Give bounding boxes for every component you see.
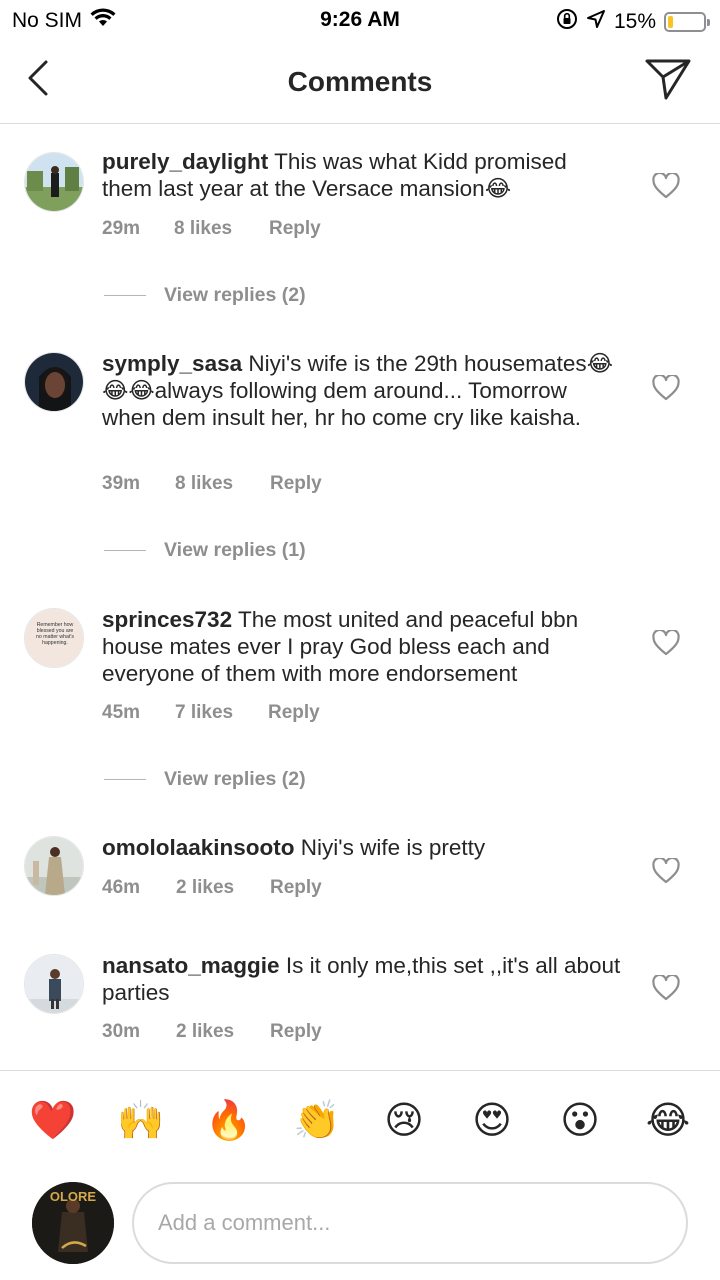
reaction-fire[interactable]: 🔥 [205, 1098, 252, 1144]
share-button[interactable] [644, 56, 692, 102]
reply-button[interactable]: Reply [268, 702, 320, 724]
comment-username[interactable]: purely_daylight [102, 149, 268, 174]
avatar-logo-text: OLORE [50, 1189, 97, 1204]
comment-text: omololaakinsooto Niyi's wife is pretty [102, 834, 622, 861]
view-replies-label: View replies (2) [164, 768, 306, 790]
comment-text: purely_daylight This was what Kidd promi… [102, 148, 622, 202]
status-right: 15% [556, 8, 710, 36]
battery-icon [664, 12, 710, 32]
view-replies-label: View replies (2) [164, 284, 306, 306]
comment-meta: 30m 2 likes Reply [102, 1021, 322, 1043]
view-replies-label: View replies (1) [164, 539, 306, 561]
comment-likes[interactable]: 8 likes [175, 473, 270, 495]
comment-likes[interactable]: 8 likes [174, 218, 269, 240]
comments-screen: No SIM 9:26 AM 15% Comments purely_dayli… [0, 0, 720, 1280]
like-heart-icon[interactable] [652, 171, 680, 199]
avatar[interactable]: Remember how blessed you are no matter w… [24, 608, 84, 668]
location-arrow-icon [586, 9, 606, 35]
view-replies-button[interactable]: View replies (2) [104, 284, 306, 307]
view-replies-button[interactable]: View replies (2) [104, 768, 306, 791]
reaction-crying[interactable]: 😢 [381, 1098, 427, 1144]
comment-time: 45m [102, 702, 141, 723]
header: Comments [0, 40, 720, 124]
comment-meta: 39m 8 likes Reply [102, 473, 322, 495]
orientation-lock-icon [556, 8, 578, 36]
comment-meta: 46m 2 likes Reply [102, 877, 322, 899]
comment-time: 46m [102, 877, 141, 898]
avatar[interactable] [24, 352, 84, 412]
quick-reactions-bar: ❤️ 🙌 🔥 👏 😢 😍 😮 😂 [0, 1098, 720, 1148]
like-heart-icon[interactable] [652, 856, 680, 884]
comment-username[interactable]: omololaakinsooto [102, 835, 295, 860]
comment-text: symply_sasa Niyi's wife is the 29th hous… [102, 350, 622, 431]
comment-meta: 29m 8 likes Reply [102, 218, 321, 240]
view-replies-button[interactable]: View replies (1) [104, 539, 306, 562]
svg-text:happening.: happening. [42, 640, 68, 646]
comment-time: 39m [102, 473, 141, 494]
comment-text: sprinces732 The most united and peaceful… [102, 606, 622, 687]
paper-plane-icon [645, 59, 691, 100]
reply-button[interactable]: Reply [270, 877, 322, 899]
page-title: Comments [287, 66, 433, 97]
battery-fill [668, 16, 673, 28]
like-heart-icon[interactable] [652, 373, 680, 401]
add-comment-input[interactable] [132, 1182, 688, 1264]
reaction-heart[interactable]: ❤️ [29, 1098, 76, 1144]
like-heart-icon[interactable] [652, 628, 680, 656]
reaction-laughing[interactable]: 😂 [645, 1098, 691, 1144]
reaction-surprised[interactable]: 😮 [557, 1098, 603, 1144]
reply-button[interactable]: Reply [270, 1021, 322, 1043]
reaction-raised-hands[interactable]: 🙌 [117, 1098, 164, 1144]
reaction-clap[interactable]: 👏 [293, 1098, 340, 1144]
avatar[interactable] [24, 954, 84, 1014]
comment-message: Niyi's wife is pretty [300, 835, 486, 860]
my-avatar: OLORE [32, 1182, 114, 1264]
like-heart-icon[interactable] [652, 973, 680, 1001]
reply-button[interactable]: Reply [270, 473, 322, 495]
divider-line [104, 295, 146, 296]
battery-percent: 15% [613, 10, 656, 33]
comment-time: 29m [102, 218, 141, 239]
comment-username[interactable]: nansato_maggie [102, 953, 280, 978]
comment-time: 30m [102, 1021, 141, 1042]
reactions-divider [0, 1070, 720, 1071]
comment-likes[interactable]: 2 likes [176, 877, 270, 899]
divider-line [104, 550, 146, 551]
avatar[interactable] [24, 152, 84, 212]
comment-likes[interactable]: 2 likes [176, 1021, 270, 1043]
status-bar: No SIM 9:26 AM 15% [0, 0, 720, 40]
divider-line [104, 779, 146, 780]
comment-text: nansato_maggie Is it only me,this set ,,… [102, 952, 622, 1006]
avatar[interactable] [24, 836, 84, 896]
comment-likes[interactable]: 7 likes [175, 702, 268, 724]
reaction-heart-eyes[interactable]: 😍 [469, 1098, 515, 1144]
comment-username[interactable]: symply_sasa [102, 351, 242, 376]
comment-meta: 45m 7 likes Reply [102, 702, 320, 724]
reply-button[interactable]: Reply [269, 218, 321, 240]
comment-username[interactable]: sprinces732 [102, 607, 232, 632]
